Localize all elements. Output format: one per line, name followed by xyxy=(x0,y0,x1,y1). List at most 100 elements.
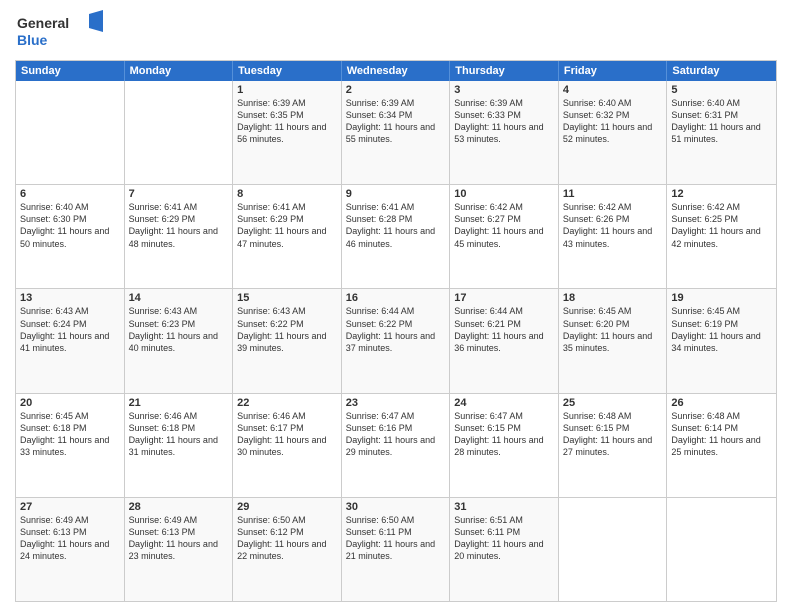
calendar-day-17: 17Sunrise: 6:44 AM Sunset: 6:21 PM Dayli… xyxy=(450,289,559,392)
day-number: 26 xyxy=(671,397,772,409)
calendar-day-13: 13Sunrise: 6:43 AM Sunset: 6:24 PM Dayli… xyxy=(16,289,125,392)
day-number: 21 xyxy=(129,397,229,409)
day-number: 25 xyxy=(563,397,663,409)
day-number: 22 xyxy=(237,397,337,409)
day-number: 17 xyxy=(454,292,554,304)
day-number: 13 xyxy=(20,292,120,304)
calendar-day-25: 25Sunrise: 6:48 AM Sunset: 6:15 PM Dayli… xyxy=(559,394,668,497)
day-info: Sunrise: 6:50 AM Sunset: 6:12 PM Dayligh… xyxy=(237,514,337,563)
day-number: 2 xyxy=(346,84,446,96)
day-info: Sunrise: 6:48 AM Sunset: 6:15 PM Dayligh… xyxy=(563,410,663,459)
calendar-day-12: 12Sunrise: 6:42 AM Sunset: 6:25 PM Dayli… xyxy=(667,185,776,288)
day-info: Sunrise: 6:46 AM Sunset: 6:17 PM Dayligh… xyxy=(237,410,337,459)
calendar-day-23: 23Sunrise: 6:47 AM Sunset: 6:16 PM Dayli… xyxy=(342,394,451,497)
calendar-week-1: 1Sunrise: 6:39 AM Sunset: 6:35 PM Daylig… xyxy=(16,81,776,184)
day-info: Sunrise: 6:44 AM Sunset: 6:21 PM Dayligh… xyxy=(454,305,554,354)
header-cell-tuesday: Tuesday xyxy=(233,61,342,81)
svg-text:Blue: Blue xyxy=(17,32,48,48)
calendar-day-28: 28Sunrise: 6:49 AM Sunset: 6:13 PM Dayli… xyxy=(125,498,234,601)
day-info: Sunrise: 6:42 AM Sunset: 6:25 PM Dayligh… xyxy=(671,201,772,250)
day-number: 3 xyxy=(454,84,554,96)
calendar-day-21: 21Sunrise: 6:46 AM Sunset: 6:18 PM Dayli… xyxy=(125,394,234,497)
day-info: Sunrise: 6:42 AM Sunset: 6:26 PM Dayligh… xyxy=(563,201,663,250)
day-info: Sunrise: 6:44 AM Sunset: 6:22 PM Dayligh… xyxy=(346,305,446,354)
day-info: Sunrise: 6:43 AM Sunset: 6:22 PM Dayligh… xyxy=(237,305,337,354)
calendar-day-22: 22Sunrise: 6:46 AM Sunset: 6:17 PM Dayli… xyxy=(233,394,342,497)
calendar-body: 1Sunrise: 6:39 AM Sunset: 6:35 PM Daylig… xyxy=(16,81,776,601)
logo: General Blue xyxy=(15,10,105,52)
day-info: Sunrise: 6:49 AM Sunset: 6:13 PM Dayligh… xyxy=(129,514,229,563)
calendar-day-1: 1Sunrise: 6:39 AM Sunset: 6:35 PM Daylig… xyxy=(233,81,342,184)
day-info: Sunrise: 6:47 AM Sunset: 6:15 PM Dayligh… xyxy=(454,410,554,459)
day-number: 11 xyxy=(563,188,663,200)
day-info: Sunrise: 6:51 AM Sunset: 6:11 PM Dayligh… xyxy=(454,514,554,563)
day-number: 6 xyxy=(20,188,120,200)
day-number: 24 xyxy=(454,397,554,409)
day-number: 16 xyxy=(346,292,446,304)
calendar-day-6: 6Sunrise: 6:40 AM Sunset: 6:30 PM Daylig… xyxy=(16,185,125,288)
header-cell-sunday: Sunday xyxy=(16,61,125,81)
day-number: 8 xyxy=(237,188,337,200)
logo-svg: General Blue xyxy=(15,10,105,52)
day-info: Sunrise: 6:46 AM Sunset: 6:18 PM Dayligh… xyxy=(129,410,229,459)
day-number: 27 xyxy=(20,501,120,513)
day-number: 7 xyxy=(129,188,229,200)
calendar-day-3: 3Sunrise: 6:39 AM Sunset: 6:33 PM Daylig… xyxy=(450,81,559,184)
day-info: Sunrise: 6:39 AM Sunset: 6:34 PM Dayligh… xyxy=(346,97,446,146)
day-number: 5 xyxy=(671,84,772,96)
calendar-empty-cell xyxy=(667,498,776,601)
day-number: 1 xyxy=(237,84,337,96)
calendar: SundayMondayTuesdayWednesdayThursdayFrid… xyxy=(15,60,777,602)
calendar-week-3: 13Sunrise: 6:43 AM Sunset: 6:24 PM Dayli… xyxy=(16,288,776,392)
calendar-day-24: 24Sunrise: 6:47 AM Sunset: 6:15 PM Dayli… xyxy=(450,394,559,497)
day-number: 4 xyxy=(563,84,663,96)
day-info: Sunrise: 6:49 AM Sunset: 6:13 PM Dayligh… xyxy=(20,514,120,563)
page: General Blue SundayMondayTuesdayWednesda… xyxy=(0,0,792,612)
day-info: Sunrise: 6:41 AM Sunset: 6:29 PM Dayligh… xyxy=(129,201,229,250)
calendar-day-7: 7Sunrise: 6:41 AM Sunset: 6:29 PM Daylig… xyxy=(125,185,234,288)
day-info: Sunrise: 6:41 AM Sunset: 6:28 PM Dayligh… xyxy=(346,201,446,250)
calendar-day-30: 30Sunrise: 6:50 AM Sunset: 6:11 PM Dayli… xyxy=(342,498,451,601)
calendar-day-26: 26Sunrise: 6:48 AM Sunset: 6:14 PM Dayli… xyxy=(667,394,776,497)
calendar-day-4: 4Sunrise: 6:40 AM Sunset: 6:32 PM Daylig… xyxy=(559,81,668,184)
calendar-day-14: 14Sunrise: 6:43 AM Sunset: 6:23 PM Dayli… xyxy=(125,289,234,392)
day-info: Sunrise: 6:45 AM Sunset: 6:19 PM Dayligh… xyxy=(671,305,772,354)
calendar-day-19: 19Sunrise: 6:45 AM Sunset: 6:19 PM Dayli… xyxy=(667,289,776,392)
calendar-empty-cell xyxy=(125,81,234,184)
calendar-day-10: 10Sunrise: 6:42 AM Sunset: 6:27 PM Dayli… xyxy=(450,185,559,288)
header-cell-monday: Monday xyxy=(125,61,234,81)
calendar-day-15: 15Sunrise: 6:43 AM Sunset: 6:22 PM Dayli… xyxy=(233,289,342,392)
calendar-empty-cell xyxy=(16,81,125,184)
day-number: 31 xyxy=(454,501,554,513)
day-info: Sunrise: 6:43 AM Sunset: 6:23 PM Dayligh… xyxy=(129,305,229,354)
calendar-day-11: 11Sunrise: 6:42 AM Sunset: 6:26 PM Dayli… xyxy=(559,185,668,288)
calendar-day-31: 31Sunrise: 6:51 AM Sunset: 6:11 PM Dayli… xyxy=(450,498,559,601)
day-number: 20 xyxy=(20,397,120,409)
calendar-empty-cell xyxy=(559,498,668,601)
calendar-header: SundayMondayTuesdayWednesdayThursdayFrid… xyxy=(16,61,776,81)
header-cell-friday: Friday xyxy=(559,61,668,81)
header-cell-wednesday: Wednesday xyxy=(342,61,451,81)
day-number: 30 xyxy=(346,501,446,513)
day-number: 23 xyxy=(346,397,446,409)
calendar-day-18: 18Sunrise: 6:45 AM Sunset: 6:20 PM Dayli… xyxy=(559,289,668,392)
header: General Blue xyxy=(15,10,777,52)
day-info: Sunrise: 6:40 AM Sunset: 6:30 PM Dayligh… xyxy=(20,201,120,250)
day-number: 19 xyxy=(671,292,772,304)
day-number: 18 xyxy=(563,292,663,304)
calendar-day-9: 9Sunrise: 6:41 AM Sunset: 6:28 PM Daylig… xyxy=(342,185,451,288)
calendar-week-4: 20Sunrise: 6:45 AM Sunset: 6:18 PM Dayli… xyxy=(16,393,776,497)
header-cell-saturday: Saturday xyxy=(667,61,776,81)
day-number: 15 xyxy=(237,292,337,304)
calendar-day-16: 16Sunrise: 6:44 AM Sunset: 6:22 PM Dayli… xyxy=(342,289,451,392)
day-number: 9 xyxy=(346,188,446,200)
day-info: Sunrise: 6:42 AM Sunset: 6:27 PM Dayligh… xyxy=(454,201,554,250)
day-info: Sunrise: 6:45 AM Sunset: 6:18 PM Dayligh… xyxy=(20,410,120,459)
header-cell-thursday: Thursday xyxy=(450,61,559,81)
day-number: 12 xyxy=(671,188,772,200)
day-number: 29 xyxy=(237,501,337,513)
calendar-day-5: 5Sunrise: 6:40 AM Sunset: 6:31 PM Daylig… xyxy=(667,81,776,184)
day-info: Sunrise: 6:45 AM Sunset: 6:20 PM Dayligh… xyxy=(563,305,663,354)
svg-text:General: General xyxy=(17,15,69,31)
calendar-week-5: 27Sunrise: 6:49 AM Sunset: 6:13 PM Dayli… xyxy=(16,497,776,601)
